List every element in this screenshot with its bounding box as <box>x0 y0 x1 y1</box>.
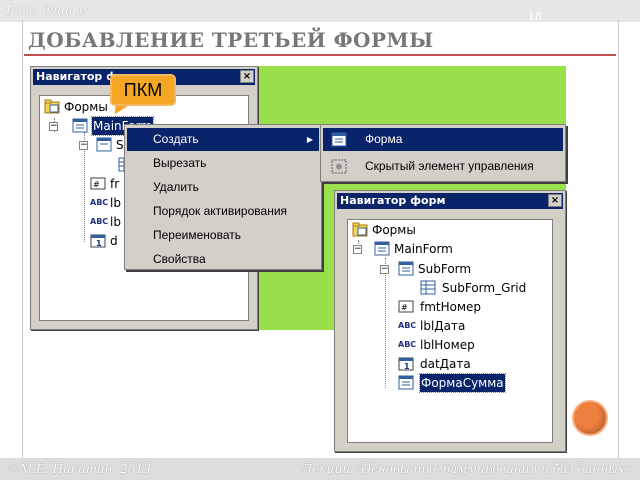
tree-connector <box>385 258 386 388</box>
title-underline <box>24 54 616 56</box>
calendar-day: 1 <box>96 239 102 248</box>
folder-forms-icon <box>352 222 368 237</box>
tree-node-label: SubForm_Grid <box>442 281 527 295</box>
left-margin-line <box>22 20 23 460</box>
tree-node-label: Формы <box>64 100 108 114</box>
hidden-control-icon <box>331 159 347 174</box>
label-abc-icon: ABC <box>398 340 417 349</box>
folder-forms-icon <box>44 99 60 114</box>
tree-node-label: fr <box>110 177 120 191</box>
tree-node-label: d <box>110 234 118 248</box>
collapse-icon[interactable]: − <box>380 265 389 274</box>
form-icon <box>374 241 390 256</box>
label-abc-icon: ABC <box>90 217 109 226</box>
menu-item-tab-order[interactable]: Порядок активирования <box>127 200 319 223</box>
tree-node-label: lb <box>110 196 121 210</box>
submenu-item-form[interactable]: Форма <box>323 128 563 151</box>
navigator-window-right[interactable]: Навигатор форм × Формы − MainForm − SubF… <box>334 190 566 452</box>
context-menu[interactable]: Создать ▶ Вырезать Удалить Порядок актив… <box>124 124 322 270</box>
form-icon <box>398 375 414 390</box>
tree-node-label: lb <box>110 215 121 229</box>
calendar-day: 1 <box>404 362 410 371</box>
calendar-icon: 1 <box>90 234 106 248</box>
tree-node-label: fmtНомер <box>420 300 482 314</box>
close-button[interactable]: × <box>240 70 254 83</box>
tree-node-label: Формы <box>372 223 416 237</box>
submenu-item-hidden-control[interactable]: Скрытый элемент управления <box>323 155 563 178</box>
menu-item-delete[interactable]: Удалить <box>127 176 319 199</box>
slide-title: ДОБАВЛЕНИЕ ТРЕТЬЕЙ ФОРМЫ <box>28 28 434 52</box>
tree-node-label: S <box>116 138 124 152</box>
window-title: Навигатор форм <box>340 194 446 207</box>
tree-node-label: lblНомер <box>420 338 475 352</box>
menu-item-label: Создать <box>153 132 199 146</box>
tree-node-label: datДата <box>420 357 471 371</box>
close-button[interactable]: × <box>548 194 562 207</box>
right-margin-line <box>618 20 619 460</box>
formatted-field-icon: # <box>90 177 106 190</box>
section-label: Базы данных <box>6 3 90 17</box>
form-icon <box>72 118 88 133</box>
menu-item-properties[interactable]: Свойства <box>127 248 319 271</box>
window-titlebar[interactable]: Навигатор форм × <box>337 193 563 209</box>
tree-node-label: SubForm <box>418 262 472 276</box>
label-abc-icon: ABC <box>90 198 109 207</box>
menu-item-create[interactable]: Создать ▶ <box>127 128 319 151</box>
menu-item-label: Скрытый элемент управления <box>365 159 534 173</box>
menu-item-rename[interactable]: Переименовать <box>127 224 319 247</box>
tree-node-label: ФормаСумма <box>419 373 506 393</box>
menu-item-cut[interactable]: Вырезать <box>127 152 319 175</box>
label-abc-icon: ABC <box>398 321 417 330</box>
footer-course: Лекции «Основы программирования и баз да… <box>302 462 632 476</box>
tree-view[interactable]: Формы − MainForm − SubForm SubForm_Grid … <box>347 219 553 443</box>
svg-text:#: # <box>93 180 100 189</box>
slide-number: 18 <box>528 10 542 23</box>
tree-node-label: MainForm <box>394 242 453 256</box>
form-icon <box>331 132 347 147</box>
collapse-icon[interactable]: − <box>353 245 362 254</box>
form-icon <box>398 261 414 276</box>
calendar-icon: 1 <box>398 357 414 371</box>
submenu[interactable]: Форма Скрытый элемент управления <box>320 124 566 182</box>
footer-author: ©М.Е. Никитин, 2013 <box>8 462 151 476</box>
submenu-arrow-icon: ▶ <box>306 135 313 144</box>
collapse-icon[interactable]: − <box>79 141 88 150</box>
decorative-circle <box>572 400 608 436</box>
grid-icon <box>420 280 436 295</box>
menu-item-label: Форма <box>365 132 403 146</box>
tree-node-label: lblДата <box>420 319 466 333</box>
callout-rmb: ПКМ <box>110 74 176 106</box>
form-icon <box>96 137 112 152</box>
svg-text:#: # <box>401 303 408 312</box>
collapse-icon[interactable]: − <box>49 122 58 131</box>
formatted-field-icon: # <box>398 300 414 313</box>
